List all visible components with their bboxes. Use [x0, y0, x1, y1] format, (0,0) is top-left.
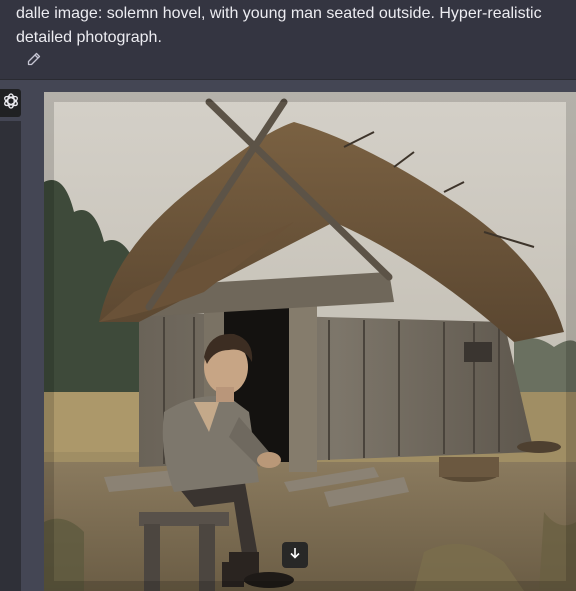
chat-window: dalle image: solemn hovel, with young ma… — [0, 0, 576, 591]
user-message: dalle image: solemn hovel, with young ma… — [0, 0, 576, 80]
user-message-text: dalle image: solemn hovel, with young ma… — [16, 5, 542, 46]
assistant-avatar — [0, 89, 21, 117]
assistant-message — [0, 80, 576, 591]
download-arrow-icon — [288, 546, 302, 565]
generated-image[interactable] — [44, 92, 576, 591]
download-button[interactable] — [282, 542, 308, 568]
left-gutter — [0, 121, 21, 591]
openai-logo-icon — [2, 92, 20, 115]
pencil-icon — [26, 51, 42, 72]
edit-message-button[interactable] — [24, 51, 44, 71]
